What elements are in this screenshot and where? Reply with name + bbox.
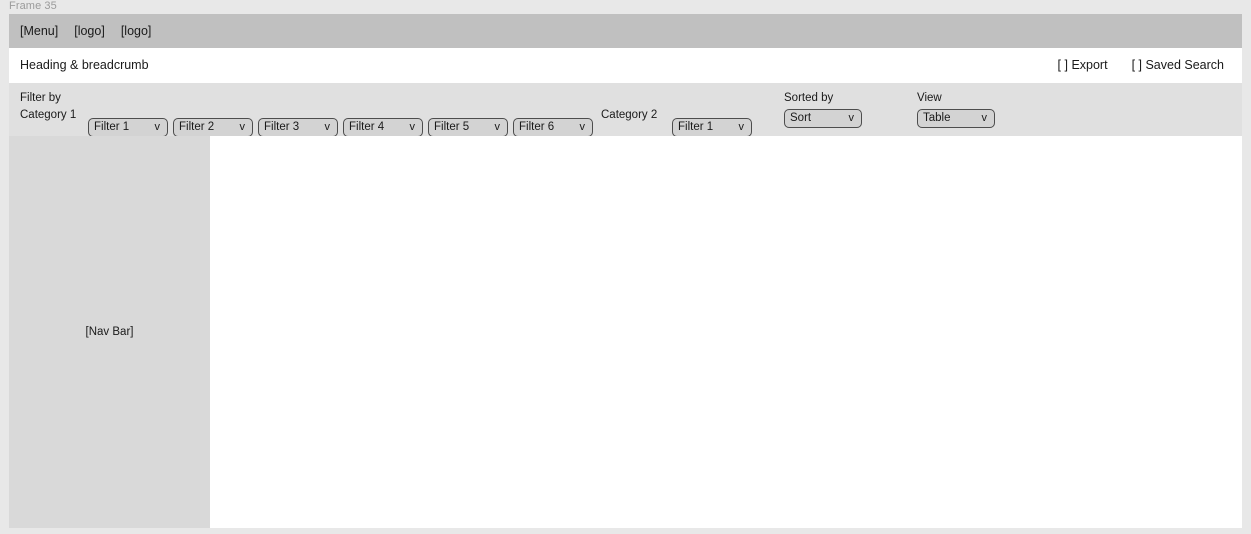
menu-button[interactable]: [Menu] [20, 24, 58, 38]
sorted-by-label: Sorted by [784, 92, 834, 104]
chevron-down-icon: v [324, 121, 331, 133]
screen-root: Frame 35 [Menu] [logo] [logo] Heading & … [0, 0, 1251, 534]
filter-dropdown-1[interactable]: Filter 1 v [88, 118, 168, 137]
filter-dropdown-3[interactable]: Filter 3 v [258, 118, 338, 137]
category-2-filter-value: Filter 1 [678, 121, 714, 133]
filter-dropdown-6-value: Filter 6 [519, 121, 555, 133]
filter-dropdown-3-value: Filter 3 [264, 121, 300, 133]
filter-dropdown-4[interactable]: Filter 4 v [343, 118, 423, 137]
filter-dropdown-1-value: Filter 1 [94, 121, 130, 133]
chevron-down-icon: v [494, 121, 501, 133]
body-area: [Nav Bar] [9, 136, 1242, 528]
chevron-down-icon: v [848, 112, 855, 124]
filter-dropdown-2-value: Filter 2 [179, 121, 215, 133]
frame-label: Frame 35 [9, 0, 57, 12]
view-dropdown[interactable]: Table v [917, 109, 995, 128]
logo-secondary[interactable]: [logo] [121, 24, 152, 38]
sidebar-nav[interactable]: [Nav Bar] [9, 136, 210, 528]
saved-search-button[interactable]: [ ] Saved Search [1132, 58, 1224, 73]
main-content-area [210, 136, 1242, 528]
chevron-down-icon: v [409, 121, 416, 133]
wireframe-artboard: [Menu] [logo] [logo] Heading & breadcrum… [9, 14, 1242, 528]
chevron-down-icon: v [239, 121, 246, 133]
filter-dropdown-4-value: Filter 4 [349, 121, 385, 133]
page-title-breadcrumb: Heading & breadcrumb [20, 58, 149, 72]
sidebar-nav-label: [Nav Bar] [85, 325, 134, 338]
filter-bar: Filter by Category 1 Category 2 Sorted b… [9, 83, 1242, 137]
chevron-down-icon: v [579, 121, 586, 133]
filter-dropdown-2[interactable]: Filter 2 v [173, 118, 253, 137]
category-1-label: Category 1 [20, 109, 77, 121]
top-menu-bar: [Menu] [logo] [logo] [9, 14, 1242, 48]
heading-actions: [ ] Export [ ] Saved Search [1058, 58, 1224, 73]
chevron-down-icon: v [738, 121, 745, 133]
category-2-label: Category 2 [601, 109, 658, 121]
chevron-down-icon: v [154, 121, 161, 133]
filter-dropdown-6[interactable]: Filter 6 v [513, 118, 593, 137]
export-button[interactable]: [ ] Export [1058, 58, 1108, 73]
sort-dropdown[interactable]: Sort v [784, 109, 862, 128]
filter-dropdown-5[interactable]: Filter 5 v [428, 118, 508, 137]
logo-primary[interactable]: [logo] [74, 24, 105, 38]
heading-bar: Heading & breadcrumb [ ] Export [ ] Save… [9, 48, 1242, 83]
filter-dropdown-5-value: Filter 5 [434, 121, 470, 133]
view-dropdown-value: Table [923, 112, 951, 124]
chevron-down-icon: v [981, 112, 988, 124]
view-label: View [917, 92, 942, 104]
sort-dropdown-value: Sort [790, 112, 812, 124]
category-2-filter-dropdown[interactable]: Filter 1 v [672, 118, 752, 137]
filter-by-label: Filter by [20, 92, 61, 104]
